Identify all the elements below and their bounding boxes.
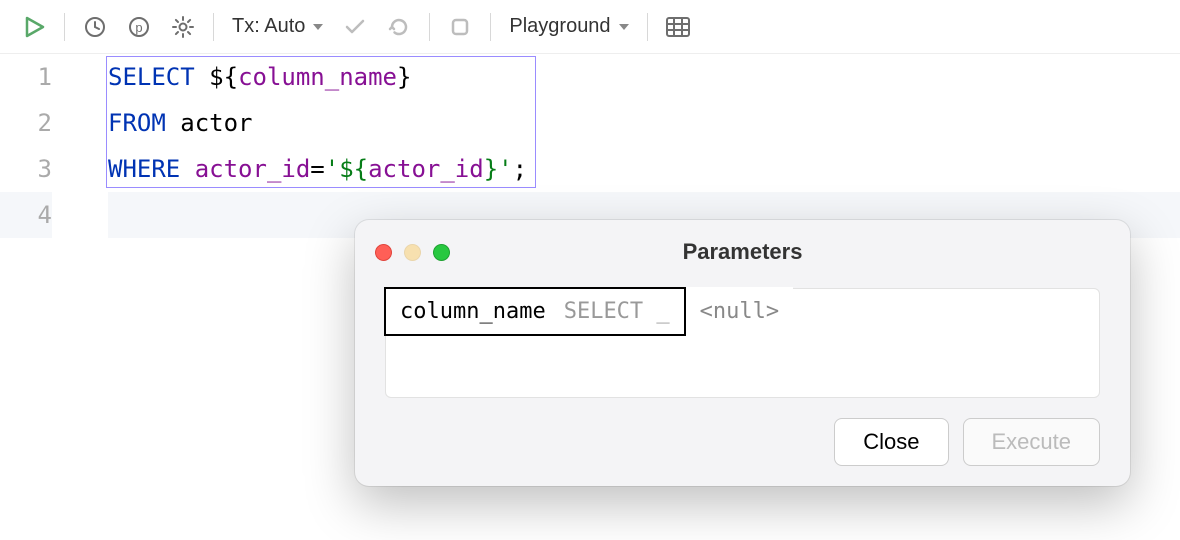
parameter-name: column_name xyxy=(400,299,546,324)
tx-mode-dropdown[interactable]: Tx: Auto xyxy=(226,15,329,38)
code-line[interactable]: WHERE actor_id='${actor_id}'; xyxy=(108,146,1180,192)
p-circle-icon[interactable]: p xyxy=(121,9,157,45)
commit-icon[interactable] xyxy=(337,9,373,45)
close-button[interactable]: Close xyxy=(834,418,948,466)
code-editor[interactable]: 1234 SELECT ${column_name}FROM actorWHER… xyxy=(0,54,1180,238)
divider xyxy=(647,13,648,41)
zoom-window-icon[interactable] xyxy=(433,244,450,261)
line-number: 1 xyxy=(0,54,52,100)
playground-label: Playground xyxy=(509,15,610,38)
divider xyxy=(490,13,491,41)
parameter-value-cell[interactable]: <null> xyxy=(686,287,793,336)
run-button[interactable] xyxy=(16,9,52,45)
toolbar: p Tx: Auto Playground xyxy=(0,0,1180,54)
history-icon[interactable] xyxy=(77,9,113,45)
divider xyxy=(213,13,214,41)
table-view-icon[interactable] xyxy=(660,9,696,45)
divider xyxy=(429,13,430,41)
stop-button[interactable] xyxy=(442,9,478,45)
rollback-icon[interactable] xyxy=(381,9,417,45)
minimize-window-icon xyxy=(404,244,421,261)
chevron-down-icon xyxy=(313,24,323,30)
parameters-list: column_name SELECT _ <null> xyxy=(385,288,1100,398)
window-controls xyxy=(375,244,450,261)
line-number: 2 xyxy=(0,100,52,146)
parameters-dialog: Parameters column_name SELECT _ <null> C… xyxy=(355,220,1130,486)
code-line[interactable]: SELECT ${column_name} xyxy=(108,54,1180,100)
parameter-row[interactable]: column_name SELECT _ <null> xyxy=(384,287,793,336)
chevron-down-icon xyxy=(619,24,629,30)
execute-button[interactable]: Execute xyxy=(963,418,1101,466)
parameter-hint: SELECT _ xyxy=(564,299,670,324)
dialog-header: Parameters xyxy=(375,238,1110,266)
divider xyxy=(64,13,65,41)
tx-mode-label: Tx: Auto xyxy=(232,15,305,38)
code-line[interactable]: FROM actor xyxy=(108,100,1180,146)
dialog-title: Parameters xyxy=(375,239,1110,265)
line-gutter: 1234 xyxy=(0,54,100,238)
parameter-name-cell[interactable]: column_name SELECT _ xyxy=(384,287,686,336)
svg-text:p: p xyxy=(135,20,142,35)
playground-dropdown[interactable]: Playground xyxy=(503,15,634,38)
close-window-icon[interactable] xyxy=(375,244,392,261)
line-number: 3 xyxy=(0,146,52,192)
dialog-footer: Close Execute xyxy=(375,418,1110,466)
code-area[interactable]: SELECT ${column_name}FROM actorWHERE act… xyxy=(100,54,1180,238)
parameter-value: <null> xyxy=(700,299,779,324)
gear-icon[interactable] xyxy=(165,9,201,45)
line-number: 4 xyxy=(0,192,52,238)
